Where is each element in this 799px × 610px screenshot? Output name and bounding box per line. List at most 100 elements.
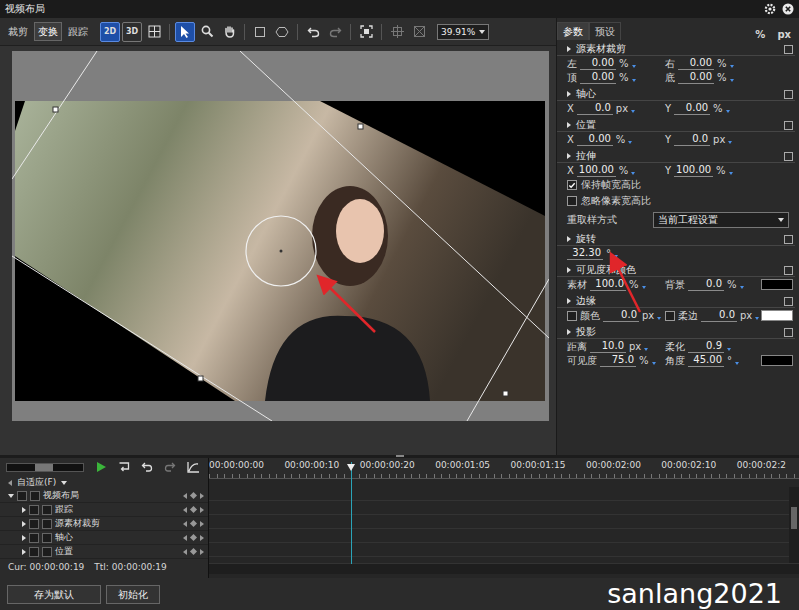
gear-icon[interactable]	[764, 3, 776, 15]
close-icon[interactable]	[782, 3, 794, 15]
add-keyframe-icon[interactable]	[190, 534, 197, 541]
spin-arrow-icon[interactable]	[735, 362, 739, 365]
section-menu-icon[interactable]	[784, 297, 793, 306]
checkbox-row[interactable]: 忽略像素宽高比	[557, 193, 795, 209]
spin-arrow-icon[interactable]	[652, 362, 656, 365]
field-value[interactable]: 100.00	[577, 164, 616, 177]
grid-button[interactable]	[144, 22, 164, 42]
zoom-tool-button[interactable]	[197, 22, 217, 42]
expand-arrow-icon[interactable]	[8, 494, 14, 498]
field-value[interactable]: 0.00	[678, 71, 714, 84]
track-row[interactable]: 源素材裁剪	[0, 517, 208, 531]
track-toggle[interactable]	[29, 519, 39, 529]
zoom-dropdown[interactable]: 39.91%	[437, 24, 489, 40]
expand-arrow-icon[interactable]	[22, 507, 26, 513]
section-header[interactable]: 旋转	[557, 233, 795, 246]
spin-arrow-icon[interactable]	[755, 317, 759, 320]
field-value[interactable]: 0.00	[580, 57, 616, 70]
layout-stage[interactable]	[12, 51, 549, 421]
field-value[interactable]: 0.0	[701, 309, 737, 322]
field-value[interactable]: 0.00	[678, 57, 714, 70]
field-value[interactable]: 0.0	[603, 309, 639, 322]
track-toggle[interactable]	[29, 547, 39, 557]
section-menu-icon[interactable]	[784, 121, 793, 130]
timeline-tracks[interactable]: 00:00:00:0000:00:00:1000:00:00:2000:00:0…	[209, 458, 799, 578]
field-value[interactable]: 0.00	[577, 133, 613, 146]
frame-button[interactable]	[409, 22, 429, 42]
track-lock[interactable]	[42, 547, 52, 557]
track-row[interactable]: 视频布局	[0, 489, 208, 503]
spin-arrow-icon[interactable]	[657, 317, 661, 320]
field-value[interactable]: 100.00	[674, 164, 713, 177]
track-lane[interactable]	[209, 515, 789, 529]
track-lock[interactable]	[30, 491, 40, 501]
fit-button[interactable]	[356, 22, 376, 42]
view-mode-button[interactable]: 2D	[100, 22, 120, 42]
playhead[interactable]	[351, 462, 352, 564]
section-header[interactable]: 位置	[557, 119, 795, 132]
spin-arrow-icon[interactable]	[727, 348, 731, 351]
section-header[interactable]: 可见度和颜色	[557, 264, 795, 277]
add-keyframe-icon[interactable]	[190, 492, 197, 499]
section-menu-icon[interactable]	[784, 235, 793, 244]
track-toggle[interactable]	[17, 491, 27, 501]
spin-arrow-icon[interactable]	[632, 79, 636, 82]
field-value[interactable]: 75.0	[600, 354, 636, 367]
checkbox[interactable]	[567, 196, 577, 206]
expand-arrow-icon[interactable]	[22, 535, 26, 541]
track-row[interactable]: 位置	[0, 545, 208, 559]
fit-mode-dropdown[interactable]: 自适应(F)	[17, 476, 56, 489]
center-button[interactable]	[387, 22, 407, 42]
section-menu-icon[interactable]	[784, 45, 793, 54]
track-row[interactable]: 轴心	[0, 531, 208, 545]
section-menu-icon[interactable]	[784, 152, 793, 161]
prev-keyframe-icon[interactable]	[183, 521, 187, 527]
mode-tab[interactable]: 跟踪	[64, 22, 92, 41]
add-keyframe-icon[interactable]	[190, 520, 197, 527]
field-value[interactable]: 100.0	[590, 278, 626, 291]
mode-tab[interactable]: 裁剪	[4, 22, 32, 41]
spin-arrow-icon[interactable]	[730, 79, 734, 82]
ellipse-tool-button[interactable]	[272, 22, 292, 42]
field-value[interactable]: 0.9	[688, 340, 724, 353]
panel-tab[interactable]: 预设	[589, 22, 621, 40]
track-toggle[interactable]	[29, 505, 39, 515]
track-lane[interactable]	[209, 543, 789, 557]
checkbox-row[interactable]: 保持帧宽高比	[557, 177, 795, 193]
resample-dropdown[interactable]: 当前工程设置	[653, 212, 789, 228]
undo-button[interactable]	[303, 22, 323, 42]
field-value[interactable]: 0.0	[688, 278, 724, 291]
rect-tool-button[interactable]	[250, 22, 270, 42]
track-lock[interactable]	[42, 533, 52, 543]
expand-arrow-icon[interactable]	[22, 549, 26, 555]
section-menu-icon[interactable]	[784, 90, 793, 99]
add-keyframe-icon[interactable]	[190, 506, 197, 513]
track-row[interactable]: 跟踪	[0, 503, 208, 517]
checkbox[interactable]	[665, 311, 675, 321]
spin-arrow-icon[interactable]	[644, 348, 648, 351]
expand-arrow-icon[interactable]	[22, 521, 26, 527]
next-keyframe-icon[interactable]	[200, 493, 204, 499]
spin-arrow-icon[interactable]	[614, 255, 618, 258]
field-value[interactable]: 0.0	[577, 102, 613, 115]
loop-icon[interactable]	[118, 461, 130, 473]
track-lane[interactable]	[209, 487, 789, 501]
section-header[interactable]: 拉伸	[557, 150, 795, 163]
unit-button[interactable]: px	[777, 29, 791, 40]
section-menu-icon[interactable]	[784, 266, 793, 275]
spin-arrow-icon[interactable]	[730, 65, 734, 68]
field-value[interactable]: 32.30	[567, 247, 603, 260]
view-mode-button[interactable]: 3D	[122, 22, 142, 42]
field-value[interactable]: 10.0	[590, 340, 626, 353]
spin-arrow-icon[interactable]	[631, 172, 635, 175]
section-header[interactable]: 轴心	[557, 88, 795, 101]
action-button[interactable]: 初始化	[106, 585, 160, 604]
horizontal-scrollbar[interactable]	[209, 563, 799, 574]
time-ruler[interactable]: 00:00:00:0000:00:00:1000:00:00:2000:00:0…	[209, 458, 799, 479]
track-lane[interactable]	[209, 529, 789, 543]
graph-icon[interactable]	[187, 461, 200, 473]
play-icon[interactable]	[95, 461, 107, 473]
track-toggle[interactable]	[29, 533, 39, 543]
left-arrow-icon[interactable]	[8, 480, 12, 486]
panel-tab[interactable]: 参数	[557, 22, 589, 40]
